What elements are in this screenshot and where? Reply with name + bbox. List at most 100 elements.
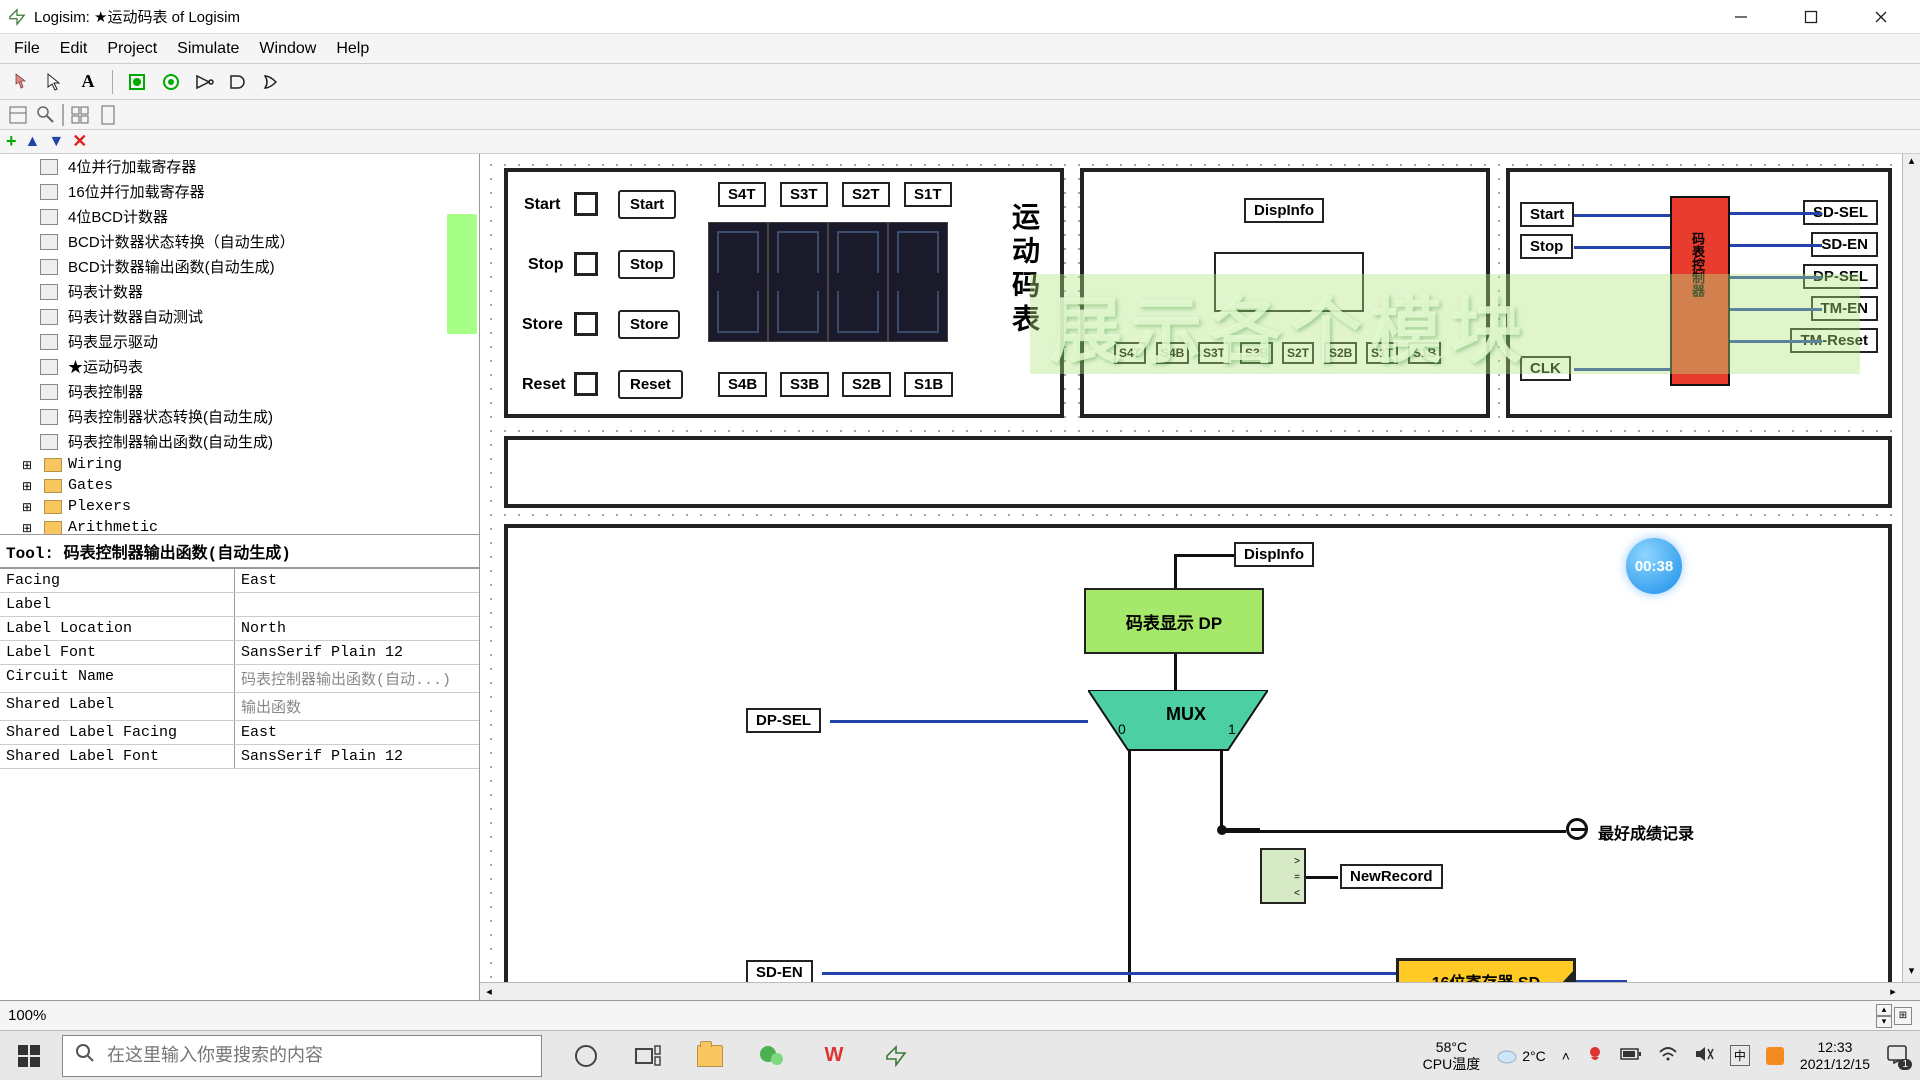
cpu-temp[interactable]: 58°C CPU温度 [1423, 1039, 1481, 1073]
pin-s4b: S4B [718, 372, 767, 397]
prop-val[interactable] [235, 593, 479, 616]
tree-item[interactable]: 4位BCD计数器 [0, 204, 479, 229]
tree-item[interactable]: 码表控制器输出函数(自动生成) [0, 429, 479, 454]
label-store: Store [522, 316, 563, 334]
input-pin-tool[interactable] [123, 68, 151, 96]
tree-item[interactable]: 码表计数器 [0, 279, 479, 304]
battery-icon[interactable] [1620, 1047, 1642, 1064]
weather-icon[interactable]: 2°C [1496, 1047, 1546, 1065]
clock[interactable]: 12:33 2021/12/15 [1800, 1039, 1870, 1073]
tree-item[interactable]: 码表计数器自动测试 [0, 304, 479, 329]
tree-scrollbar-thumb[interactable] [447, 214, 477, 334]
button-start[interactable] [574, 192, 598, 216]
canvas-v-scrollbar[interactable]: ▴ ▾ [1902, 154, 1920, 1000]
poke-tool[interactable] [6, 68, 34, 96]
not-gate-tool[interactable] [191, 68, 219, 96]
prop-val[interactable]: East [235, 569, 479, 592]
tree-item[interactable]: BCD计数器状态转换（自动生成） [0, 229, 479, 254]
tray-chevron-icon[interactable]: ˄ [1562, 1048, 1570, 1064]
menu-file[interactable]: File [4, 36, 50, 62]
prop-val[interactable]: North [235, 617, 479, 640]
up-button[interactable]: ▲ [25, 133, 41, 151]
taskbar: W 58°C CPU温度 2°C ˄ 中 12:33 2021/12/15 1 [0, 1030, 1920, 1080]
tree-item[interactable]: 16位并行加载寄存器 [0, 179, 479, 204]
titlebar: Logisim: ★运动码表 of Logisim [0, 0, 1920, 34]
canvas[interactable]: Start Start Stop Stop Store Store Reset … [480, 154, 1920, 1000]
menu-window[interactable]: Window [249, 36, 326, 62]
tree-item[interactable]: 4位并行加载寄存器 [0, 154, 479, 179]
prop-val[interactable]: SansSerif Plain 12 [235, 641, 479, 664]
or-gate-tool[interactable] [259, 68, 287, 96]
tree-lib[interactable]: Arithmetic [0, 517, 479, 534]
toolbar2 [0, 100, 1920, 130]
wifi-icon[interactable] [1658, 1046, 1678, 1065]
cortana-icon[interactable] [570, 1040, 602, 1072]
svg-text:MUX: MUX [1166, 704, 1206, 724]
menu-project[interactable]: Project [97, 36, 167, 62]
comparator-block: > = < [1260, 848, 1306, 904]
tree-item[interactable]: 码表控制器状态转换(自动生成) [0, 404, 479, 429]
button-reset[interactable] [574, 372, 598, 396]
output-pin-tool[interactable] [157, 68, 185, 96]
pin-s1t: S1T [904, 182, 952, 207]
minimize-button[interactable] [1718, 2, 1764, 32]
menu-edit[interactable]: Edit [50, 36, 98, 62]
button-store[interactable] [574, 312, 598, 336]
maximize-button[interactable] [1788, 2, 1834, 32]
button-stop[interactable] [574, 252, 598, 276]
wps-icon[interactable]: W [818, 1040, 850, 1072]
ime-icon[interactable]: 中 [1730, 1045, 1750, 1066]
tree-lib[interactable]: Plexers [0, 496, 479, 517]
pin-s2b: S2B [842, 372, 891, 397]
text-tool[interactable]: A [74, 68, 102, 96]
view-tool-2[interactable] [34, 103, 58, 127]
canvas-h-scrollbar[interactable]: ◂ ▸ [480, 982, 1920, 1000]
start-button[interactable] [0, 1031, 58, 1081]
prop-val[interactable]: 输出函数 [235, 693, 479, 720]
tray-app-icon[interactable] [1586, 1045, 1604, 1066]
logisim-task-icon[interactable] [880, 1040, 912, 1072]
mux-block: MUX 0 1 [1088, 690, 1268, 762]
prop-key: Label [0, 593, 235, 616]
tree-item[interactable]: BCD计数器输出函数(自动生成) [0, 254, 479, 279]
tree-item[interactable]: 码表控制器 [0, 379, 479, 404]
tool-label: Tool: 码表控制器输出函数(自动生成) [0, 534, 479, 568]
search-input[interactable] [107, 1045, 529, 1066]
tray-orange-icon[interactable] [1766, 1047, 1784, 1065]
down-button[interactable]: ▼ [48, 133, 64, 151]
and-gate-tool[interactable] [225, 68, 253, 96]
close-button[interactable] [1858, 2, 1904, 32]
view-tool-4[interactable] [96, 103, 120, 127]
prop-val[interactable]: SansSerif Plain 12 [235, 745, 479, 768]
wechat-icon[interactable] [756, 1040, 788, 1072]
label-reset: Reset [522, 376, 566, 394]
search-box[interactable] [62, 1035, 542, 1077]
pin-stop: Stop [1520, 234, 1573, 259]
volume-icon[interactable] [1694, 1045, 1714, 1066]
seven-seg-display [708, 222, 948, 342]
select-tool[interactable] [40, 68, 68, 96]
taskview-icon[interactable] [632, 1040, 664, 1072]
separator [112, 70, 113, 94]
prop-val[interactable]: East [235, 721, 479, 744]
prop-key: Label Location [0, 617, 235, 640]
prop-val[interactable]: 码表控制器输出函数(自动...) [235, 665, 479, 692]
tree-lib[interactable]: Wiring [0, 454, 479, 475]
zoom-spinner[interactable]: ▴▾ ⊞ [1876, 1004, 1912, 1028]
view-tool-3[interactable] [68, 103, 92, 127]
add-button[interactable]: + [6, 131, 17, 152]
tree-item[interactable]: 码表显示驱动 [0, 329, 479, 354]
notification-icon[interactable]: 1 [1886, 1043, 1908, 1068]
sig-store: Store [618, 310, 680, 339]
separator [62, 104, 64, 126]
sig-reset: Reset [618, 370, 683, 399]
delete-button[interactable]: ✕ [72, 131, 87, 152]
menu-simulate[interactable]: Simulate [167, 36, 249, 62]
menu-help[interactable]: Help [326, 36, 379, 62]
view-tool-1[interactable] [6, 103, 30, 127]
component-tree[interactable]: 4位并行加载寄存器 16位并行加载寄存器 4位BCD计数器 BCD计数器状态转换… [0, 154, 479, 534]
tree-lib[interactable]: Gates [0, 475, 479, 496]
tree-item-active[interactable]: ★运动码表 [0, 354, 479, 379]
explorer-icon[interactable] [694, 1040, 726, 1072]
statusbar: 100% ▴▾ ⊞ [0, 1000, 1920, 1030]
